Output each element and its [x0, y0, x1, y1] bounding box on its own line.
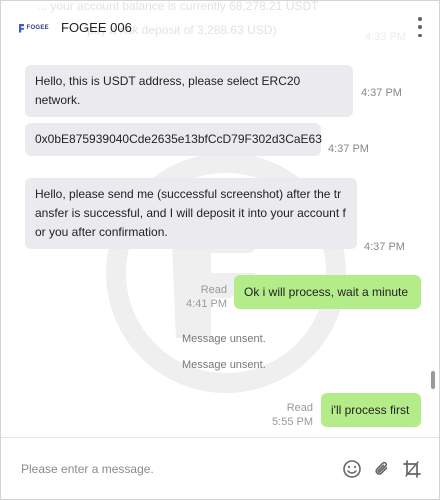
- read-status: Read: [200, 284, 227, 296]
- chat-header: FOGEE FOGEE 006: [1, 1, 439, 53]
- message-time: 5:55 PM: [272, 416, 313, 428]
- read-receipt: Read 5:55 PM: [263, 401, 313, 429]
- message-list[interactable]: Hello, this is USDT address, please sele…: [1, 53, 439, 437]
- message-time: 4:37 PM: [361, 87, 402, 99]
- message-text: Hello, please send me (successful screen…: [35, 187, 346, 239]
- message-input[interactable]: [21, 458, 321, 480]
- message-time: 4:37 PM: [328, 143, 369, 155]
- scrollbar-thumb[interactable]: [431, 371, 435, 389]
- message-text: i'll process first: [331, 403, 410, 417]
- incoming-message[interactable]: Hello, this is USDT address, please sele…: [25, 65, 353, 117]
- logo-text: FOGEE: [26, 25, 49, 31]
- logo-mark-icon: [19, 23, 25, 33]
- unsent-notice: Message unsent.: [182, 333, 266, 345]
- attachment-icon[interactable]: [371, 458, 393, 480]
- read-receipt: Read 4:41 PM: [177, 283, 227, 311]
- outgoing-message[interactable]: Ok i will process, wait a minute: [234, 275, 421, 309]
- crop-icon[interactable]: [401, 458, 423, 480]
- message-time: 4:37 PM: [364, 241, 405, 253]
- incoming-message[interactable]: Hello, please send me (successful screen…: [25, 178, 357, 249]
- message-text: Ok i will process, wait a minute: [244, 285, 409, 299]
- unsent-notice: Message unsent.: [182, 359, 266, 371]
- message-composer: [1, 437, 439, 499]
- read-status: Read: [286, 402, 313, 414]
- message-time: 4:41 PM: [186, 298, 227, 310]
- outgoing-message[interactable]: i'll process first: [321, 393, 421, 427]
- chat-title: FOGEE 006: [61, 20, 132, 35]
- chat-window: FOGEE FOGEE 006 ... your account balance…: [0, 0, 440, 500]
- more-vertical-icon[interactable]: [417, 17, 423, 37]
- emoji-icon[interactable]: [341, 458, 363, 480]
- message-text: 0x0bE875939040Cde2635e13bfCcD79F302d3CaE…: [35, 132, 322, 146]
- incoming-message[interactable]: 0x0bE875939040Cde2635e13bfCcD79F302d3CaE…: [25, 123, 322, 156]
- message-text: Hello, this is USDT address, please sele…: [35, 74, 301, 107]
- brand-logo: FOGEE: [19, 22, 49, 34]
